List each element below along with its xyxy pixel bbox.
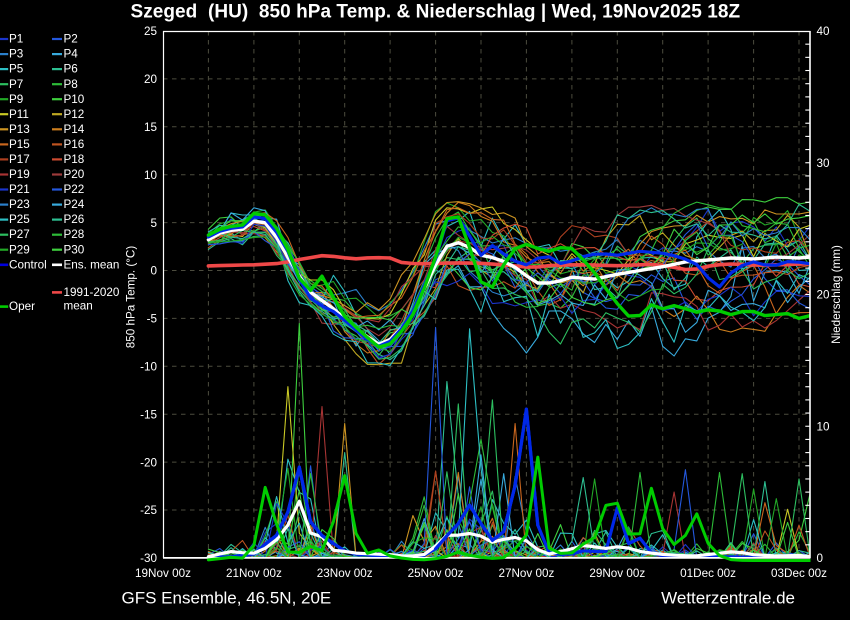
svg-text:P14: P14 [64,123,85,136]
svg-text:P16: P16 [64,138,85,151]
svg-text:27Nov 00z: 27Nov 00z [498,567,554,580]
svg-text:P11: P11 [9,108,29,121]
svg-text:20: 20 [144,73,158,86]
svg-text:P18: P18 [64,153,85,166]
svg-text:10: 10 [144,169,158,182]
svg-text:-25: -25 [140,504,157,517]
svg-text:P2: P2 [64,33,78,46]
svg-text:-5: -5 [147,313,158,326]
svg-text:P13: P13 [9,123,30,136]
svg-text:P19: P19 [9,168,30,181]
svg-text:P23: P23 [9,198,30,211]
svg-text:P25: P25 [9,213,30,226]
svg-text:P29: P29 [9,243,30,256]
svg-text:19Nov 00z: 19Nov 00z [135,567,191,580]
svg-text:40: 40 [817,25,831,38]
svg-text:P26: P26 [64,213,85,226]
svg-text:-30: -30 [140,552,157,565]
svg-text:20: 20 [817,289,831,302]
svg-text:10: 10 [817,420,831,433]
svg-text:1991-2020: 1991-2020 [64,286,120,299]
svg-text:5: 5 [150,217,157,230]
svg-text:P6: P6 [64,63,78,76]
svg-text:Szeged (HU) 850 hPa Temp. &: Szeged (HU) 850 hPa Temp. & Niederschlag… [131,2,741,23]
svg-text:21Nov 00z: 21Nov 00z [226,567,282,580]
svg-text:GFS Ensemble, 46.5N, 20E: GFS Ensemble, 46.5N, 20E [122,589,332,608]
svg-text:30: 30 [817,157,831,170]
svg-text:-10: -10 [140,361,157,374]
svg-text:Wetterzentrale.de: Wetterzentrale.de [661,589,795,608]
svg-text:29Nov 00z: 29Nov 00z [589,567,645,580]
svg-text:850 hPa Temp. (°C): 850 hPa Temp. (°C) [125,246,138,349]
svg-text:25Nov 00z: 25Nov 00z [408,567,464,580]
svg-text:0: 0 [817,552,824,565]
svg-text:0: 0 [150,265,157,278]
svg-text:P17: P17 [9,153,30,166]
svg-text:P8: P8 [64,78,78,91]
svg-text:P28: P28 [64,228,85,241]
svg-text:P24: P24 [64,198,85,211]
svg-text:mean: mean [64,300,93,313]
svg-text:P20: P20 [64,168,85,181]
svg-text:03Dec 00z: 03Dec 00z [771,567,827,580]
svg-text:P15: P15 [9,138,30,151]
svg-text:P30: P30 [64,243,85,256]
svg-text:P22: P22 [64,183,85,196]
svg-text:23Nov 00z: 23Nov 00z [317,567,373,580]
svg-text:P3: P3 [9,48,23,61]
svg-text:P10: P10 [64,93,85,106]
svg-text:P12: P12 [64,108,85,121]
svg-text:P9: P9 [9,93,23,106]
svg-text:P21: P21 [9,183,30,196]
svg-text:-20: -20 [140,456,157,469]
svg-text:15: 15 [144,121,158,134]
svg-text:Ens. mean: Ens. mean [64,258,120,271]
svg-text:P5: P5 [9,63,24,76]
svg-text:P7: P7 [9,78,23,91]
svg-text:P4: P4 [64,48,79,61]
svg-text:Niederschlag (mm): Niederschlag (mm) [830,245,843,344]
svg-text:25: 25 [144,25,158,38]
svg-text:P1: P1 [9,33,23,46]
svg-text:Control: Control [9,258,47,271]
svg-text:Oper: Oper [9,300,35,313]
svg-text:01Dec 00z: 01Dec 00z [680,567,736,580]
svg-text:-15: -15 [140,408,157,421]
svg-text:P27: P27 [9,228,30,241]
